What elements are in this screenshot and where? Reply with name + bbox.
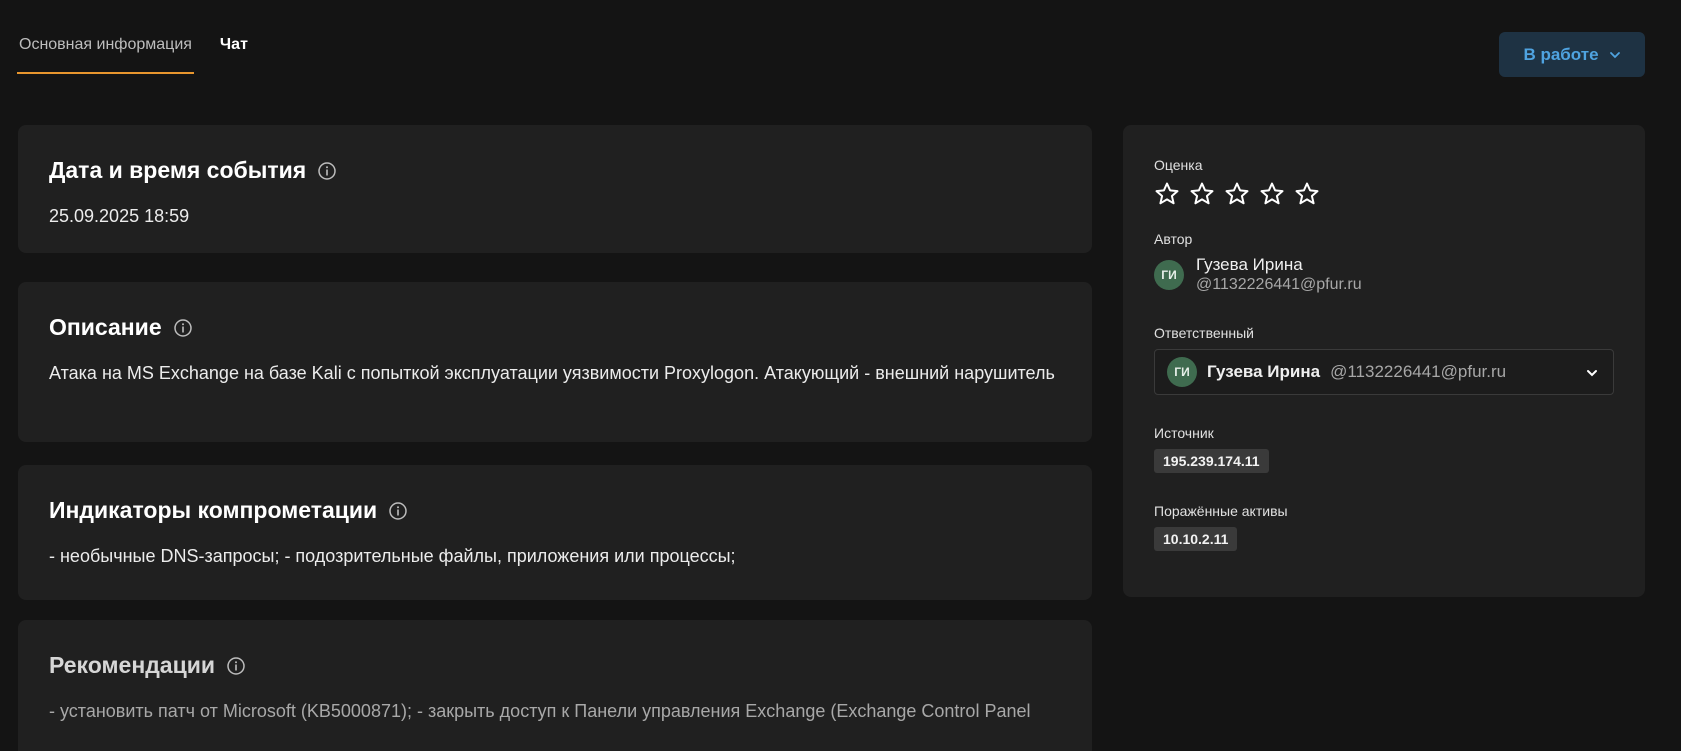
assignee-select[interactable]: ГИ Гузева Ирина @1132226441@pfur.ru <box>1154 349 1614 395</box>
recommendations-card: Рекомендации - установить патч от Micros… <box>18 620 1092 751</box>
status-label: В работе <box>1523 44 1599 64</box>
star-icon[interactable] <box>1154 181 1180 207</box>
indicators-card: Индикаторы компрометации - необычные DNS… <box>18 465 1092 600</box>
details-panel: Оценка Автор ГИ Гузева Ирина @1132226441… <box>1123 125 1645 597</box>
indicators-text: - необычные DNS-запросы; - подозрительны… <box>49 546 736 566</box>
tab-bar: Основная информация Чат <box>17 30 250 74</box>
info-icon[interactable] <box>388 501 408 521</box>
assignee-email: @1132226441@pfur.ru <box>1330 362 1507 381</box>
recommendations-text: - установить патч от Microsoft (KB500087… <box>49 701 1031 721</box>
assets-label: Поражённые активы <box>1154 503 1288 519</box>
star-icon[interactable] <box>1294 181 1320 207</box>
star-icon[interactable] <box>1189 181 1215 207</box>
description-card: Описание Атака на MS Exchange на базе Ka… <box>18 282 1092 442</box>
source-chip: 195.239.174.11 <box>1154 449 1269 473</box>
status-dropdown[interactable]: В работе <box>1499 32 1645 77</box>
rating-stars <box>1154 181 1614 207</box>
assets-chip: 10.10.2.11 <box>1154 527 1238 551</box>
event-datetime-card: Дата и время события 25.09.2025 18:59 <box>18 125 1092 253</box>
info-icon[interactable] <box>173 318 193 338</box>
incident-page: Основная информация Чат В работе Дата и … <box>0 0 1681 751</box>
assignee-label: Ответственный <box>1154 325 1254 341</box>
avatar: ГИ <box>1154 260 1184 290</box>
rating-label: Оценка <box>1154 157 1203 173</box>
info-icon[interactable] <box>317 161 337 181</box>
source-label: Источник <box>1154 425 1214 441</box>
tab-chat[interactable]: Чат <box>218 30 250 74</box>
author-label: Автор <box>1154 231 1193 247</box>
event-datetime-value: 25.09.2025 18:59 <box>49 206 190 226</box>
assignee-name: Гузева Ирина <box>1207 362 1321 381</box>
author-email: @1132226441@pfur.ru <box>1196 276 1362 293</box>
description-text: Атака на MS Exchange на базе Kali с попы… <box>49 363 1055 383</box>
description-title: Описание <box>49 314 162 340</box>
star-icon[interactable] <box>1224 181 1250 207</box>
chevron-down-icon <box>1609 51 1620 58</box>
indicators-title: Индикаторы компрометации <box>49 497 378 523</box>
info-icon[interactable] <box>226 656 246 676</box>
star-icon[interactable] <box>1259 181 1285 207</box>
chevron-down-icon <box>1587 370 1597 377</box>
author-name: Гузева Ирина <box>1196 255 1303 274</box>
event-datetime-title: Дата и время события <box>49 157 307 183</box>
recommendations-title: Рекомендации <box>49 652 216 678</box>
avatar: ГИ <box>1167 357 1197 387</box>
author-block: ГИ Гузева Ирина @1132226441@pfur.ru <box>1154 255 1614 295</box>
tab-main-info[interactable]: Основная информация <box>17 30 194 74</box>
